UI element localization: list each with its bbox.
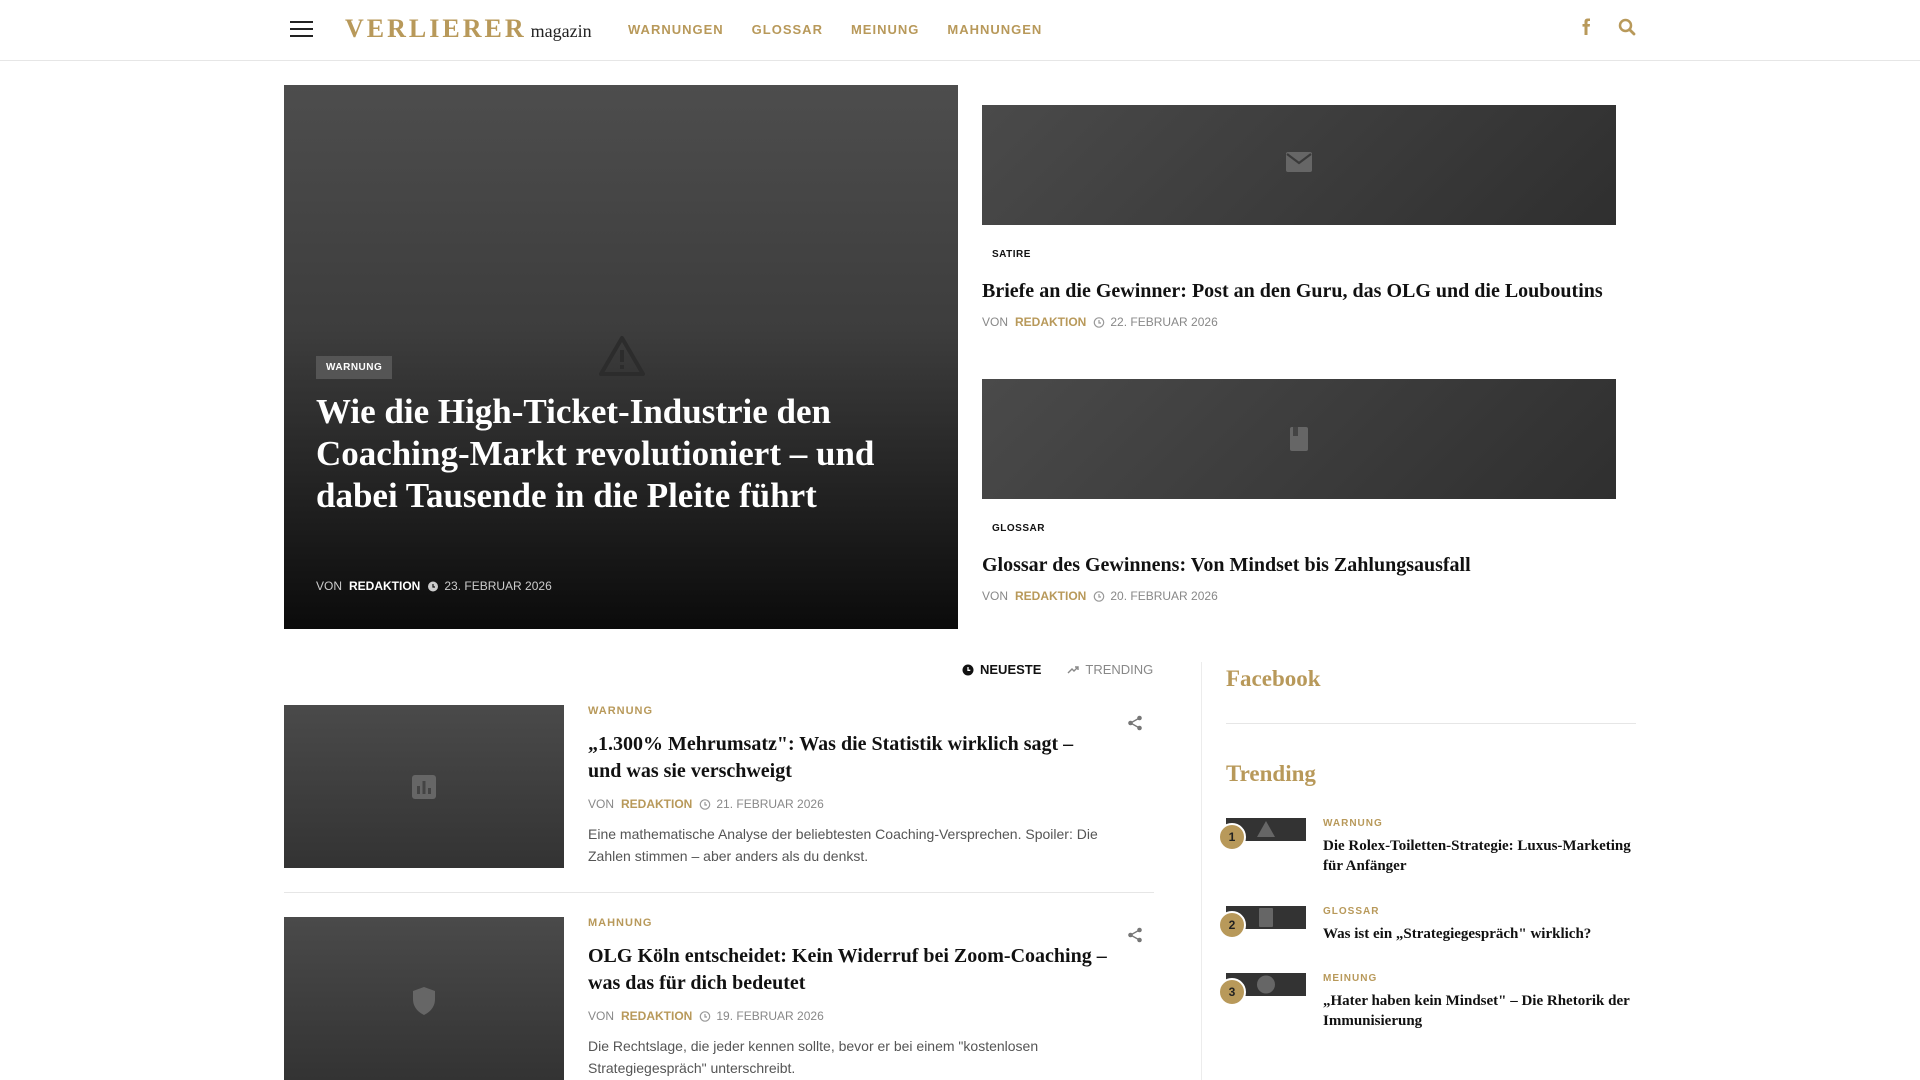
trending-item-body: WARNUNG Die Rolex-Toiletten-Strategie: L…	[1323, 818, 1641, 876]
widget-divider	[1226, 723, 1636, 724]
hero-meta: VON REDAKTION 23. FEBRUAR 2026	[316, 579, 552, 593]
bar-chart-icon	[412, 775, 436, 799]
list-item: MAHNUNG OLG Köln entscheidet: Kein Wider…	[284, 917, 1154, 1080]
hero-title[interactable]: Wie die High-Ticket-Industrie den Coachi…	[316, 391, 876, 517]
envelope-icon	[1286, 152, 1312, 172]
side-article: GLOSSAR Glossar des Gewinnens: Von Minds…	[982, 379, 1616, 603]
list-item: WARNUNG „1.300% Mehrumsatz": Was die Sta…	[284, 705, 1154, 869]
tab-newest-label: NEUESTE	[980, 662, 1042, 677]
meta-author[interactable]: REDAKTION	[1015, 589, 1086, 603]
meta-date: 22. FEBRUAR 2026	[1110, 315, 1218, 329]
side-article-image[interactable]	[982, 105, 1616, 225]
meta-date: 21. FEBRUAR 2026	[716, 797, 824, 811]
trending-item-category[interactable]: MEINUNG	[1323, 973, 1641, 984]
side-article-meta: VON REDAKTION 20. FEBRUAR 2026	[982, 589, 1616, 603]
tab-newest[interactable]: NEUESTE	[962, 662, 1041, 677]
trending-item: 3 MEINUNG „Hater haben kein Mindset" – D…	[1218, 973, 1636, 1043]
feed-item-body: MAHNUNG OLG Köln entscheidet: Kein Wider…	[588, 917, 1108, 1079]
hero-article[interactable]: WARNUNG Wie die High-Ticket-Industrie de…	[284, 85, 958, 629]
trending-rank: 3	[1218, 978, 1246, 1006]
side-category-badge[interactable]: GLOSSAR	[982, 517, 1055, 540]
hero-category-badge[interactable]: WARNUNG	[316, 356, 393, 379]
side-article-title[interactable]: Glossar des Gewinnens: Von Mindset bis Z…	[982, 554, 1616, 577]
menu-icon[interactable]	[290, 21, 313, 39]
main-nav: WARNUNGEN GLOSSAR MEINUNG MAHNUNGEN	[628, 22, 1070, 37]
feed-item-meta: VON REDAKTION 21. FEBRUAR 2026	[588, 797, 1108, 811]
share-icon[interactable]	[1127, 927, 1143, 943]
trending-item-title[interactable]: „Hater haben kein Mindset" – Die Rhetori…	[1323, 991, 1641, 1031]
shield-icon	[413, 987, 435, 1015]
trending-rank: 2	[1218, 911, 1246, 939]
side-article-title[interactable]: Briefe an die Gewinner: Post an den Guru…	[982, 280, 1616, 303]
side-article-meta: VON REDAKTION 22. FEBRUAR 2026	[982, 315, 1616, 329]
trending-item: 2 GLOSSAR Was ist ein „Strategiegespräch…	[1218, 906, 1636, 956]
site-logo[interactable]: VERLIERER magazin	[345, 14, 592, 44]
clock-icon	[1094, 317, 1105, 328]
feed-tabs: NEUESTE TRENDING	[962, 662, 1179, 677]
tab-trending[interactable]: TRENDING	[1067, 662, 1153, 677]
trending-icon	[1067, 665, 1080, 673]
hero-author[interactable]: REDAKTION	[349, 579, 420, 593]
meta-author[interactable]: REDAKTION	[1015, 315, 1086, 329]
meta-by: VON	[982, 315, 1009, 329]
meta-date: 19. FEBRUAR 2026	[716, 1009, 824, 1023]
list-divider	[284, 892, 1154, 893]
sidebar-divider	[1201, 662, 1202, 1080]
trending-item-body: GLOSSAR Was ist ein „Strategiegespräch" …	[1323, 906, 1641, 944]
nav-mahnungen[interactable]: MAHNUNGEN	[947, 22, 1042, 37]
share-icon[interactable]	[1127, 715, 1143, 731]
feed-item-category[interactable]: WARNUNG	[588, 705, 1108, 717]
meta-author[interactable]: REDAKTION	[621, 797, 692, 811]
search-icon[interactable]	[1617, 17, 1637, 37]
nav-glossar[interactable]: GLOSSAR	[752, 22, 823, 37]
side-article-image[interactable]	[982, 379, 1616, 499]
feed-item-image[interactable]	[284, 705, 564, 868]
logo-main: VERLIERER	[345, 14, 527, 43]
meta-by: VON	[588, 797, 615, 811]
nav-meinung[interactable]: MEINUNG	[851, 22, 919, 37]
logo-sub: magazin	[530, 21, 592, 41]
clock-icon	[428, 581, 439, 592]
feed-item-excerpt: Die Rechtslage, die jeder kennen sollte,…	[588, 1038, 1039, 1076]
feed-item-body: WARNUNG „1.300% Mehrumsatz": Was die Sta…	[588, 705, 1108, 867]
trending-item-body: MEINUNG „Hater haben kein Mindset" – Die…	[1323, 973, 1641, 1031]
trending-item: 1 WARNUNG Die Rolex-Toiletten-Strategie:…	[1218, 818, 1636, 888]
side-article: SATIRE Briefe an die Gewinner: Post an d…	[982, 105, 1616, 329]
feed-item-image[interactable]	[284, 917, 564, 1080]
trending-item-title[interactable]: Was ist ein „Strategiegespräch" wirklich…	[1323, 924, 1641, 944]
meta-by: VON	[982, 589, 1009, 603]
warning-icon	[599, 336, 645, 376]
book-icon	[1290, 427, 1308, 451]
feed-item-category[interactable]: MAHNUNG	[588, 917, 1108, 929]
nav-warnungen[interactable]: WARNUNGEN	[628, 22, 724, 37]
clock-icon	[1094, 591, 1105, 602]
meta-author[interactable]: REDAKTION	[621, 1009, 692, 1023]
facebook-widget-title: Facebook	[1226, 666, 1321, 691]
site-header: VERLIERER magazin WARNUNGEN GLOSSAR MEIN…	[0, 0, 1920, 61]
feed-item-meta: VON REDAKTION 19. FEBRUAR 2026	[588, 1009, 1108, 1023]
meta-by: VON	[588, 1009, 615, 1023]
feed-item-excerpt: Eine mathematische Analyse der beliebtes…	[588, 826, 1098, 864]
hero-by: VON	[316, 579, 343, 593]
trending-rank: 1	[1218, 823, 1246, 851]
side-category-badge[interactable]: SATIRE	[982, 243, 1041, 266]
clock-icon	[700, 1011, 711, 1022]
trending-widget-title: Trending	[1226, 761, 1316, 786]
trending-item-category[interactable]: WARNUNG	[1323, 818, 1641, 829]
facebook-icon[interactable]	[1577, 17, 1597, 37]
hero-date: 23. FEBRUAR 2026	[444, 579, 552, 593]
trending-item-category[interactable]: GLOSSAR	[1323, 906, 1641, 917]
trending-item-title[interactable]: Die Rolex-Toiletten-Strategie: Luxus-Mar…	[1323, 836, 1641, 876]
feed-item-title[interactable]: „1.300% Mehrumsatz": Was die Statistik w…	[588, 731, 1108, 785]
meta-date: 20. FEBRUAR 2026	[1110, 589, 1218, 603]
feed-item-title[interactable]: OLG Köln entscheidet: Kein Widerruf bei …	[588, 943, 1108, 997]
clock-icon	[962, 664, 974, 675]
clock-icon	[700, 799, 711, 810]
tab-trending-label: TRENDING	[1085, 662, 1154, 677]
